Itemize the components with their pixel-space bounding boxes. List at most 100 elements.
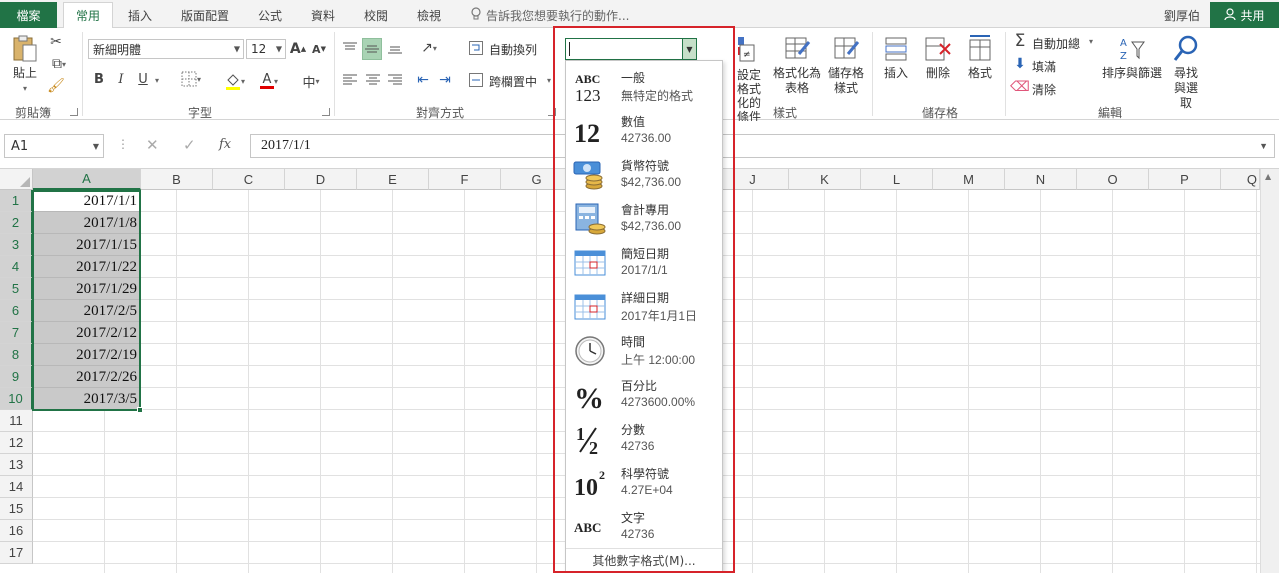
autosum-icon[interactable]: Σ <box>1012 31 1028 51</box>
sort-filter-button[interactable]: AZ 排序與篩選 <box>1100 34 1164 81</box>
wrap-text-icon[interactable] <box>468 38 484 58</box>
font-size-box[interactable]: 12 ▼ <box>246 39 286 59</box>
row-header-15[interactable]: 15 <box>0 498 33 520</box>
format-option-long-date[interactable]: 詳細日期 2017年1月1日 <box>566 284 722 328</box>
align-left-icon[interactable] <box>341 70 359 90</box>
cancel-x-icon[interactable]: ✕ <box>146 136 159 154</box>
cell-a2[interactable]: 2017/1/8 <box>33 212 140 234</box>
paste-button[interactable]: 貼上 ▾ <box>8 34 42 96</box>
row-header-10[interactable]: 10 <box>0 388 33 410</box>
cell-a1[interactable]: 2017/1/1 <box>33 190 140 212</box>
row-header-14[interactable]: 14 <box>0 476 33 498</box>
row-header-12[interactable]: 12 <box>0 432 33 454</box>
merge-center-button[interactable]: 跨欄置中 <box>489 73 537 90</box>
format-option-scientific[interactable]: 10 2 科學符號 4.27E+04 <box>566 460 722 504</box>
format-as-table-button[interactable]: 格式化為表格 <box>772 34 822 96</box>
fill-down-icon[interactable]: ⬇ <box>1012 55 1028 73</box>
font-color-icon[interactable]: A ▾ <box>254 70 284 92</box>
column-header-a[interactable]: A <box>33 169 141 190</box>
shrink-font-icon[interactable]: A ▼ <box>311 40 327 58</box>
tab-view[interactable]: 檢視 <box>408 2 450 28</box>
row-header-7[interactable]: 7 <box>0 322 33 344</box>
row-header-3[interactable]: 3 <box>0 234 33 256</box>
tab-home[interactable]: 常用 <box>63 2 113 29</box>
underline-button[interactable]: U <box>136 70 150 88</box>
column-header-o[interactable]: O <box>1077 169 1149 190</box>
insert-cells-button[interactable]: 插入 <box>878 34 914 81</box>
format-option-time[interactable]: 時間 上午 12:00:00 <box>566 328 722 372</box>
cell-a3[interactable]: 2017/1/15 <box>33 234 140 256</box>
merge-center-icon[interactable] <box>468 70 484 90</box>
fill-button[interactable]: 填滿 <box>1032 58 1056 75</box>
row-header-13[interactable]: 13 <box>0 454 33 476</box>
column-header-f[interactable]: F <box>429 169 501 190</box>
format-option-number[interactable]: 12 數值 42736.00 <box>566 108 722 152</box>
align-center-icon[interactable] <box>364 70 382 90</box>
row-header-5[interactable]: 5 <box>0 278 33 300</box>
tab-review[interactable]: 校閱 <box>355 2 397 28</box>
number-format-combo[interactable]: ▼ <box>565 38 697 60</box>
tab-data[interactable]: 資料 <box>302 2 344 28</box>
column-header-e[interactable]: E <box>357 169 429 190</box>
chevron-down-icon[interactable]: ▾ <box>1086 34 1096 48</box>
format-option-fraction[interactable]: 12 分數 42736 <box>566 416 722 460</box>
cell-a6[interactable]: 2017/2/5 <box>33 300 140 322</box>
format-option-currency[interactable]: 貨幣符號 $42,736.00 <box>566 152 722 196</box>
cut-scissors-icon[interactable]: ✂ <box>46 32 66 52</box>
insert-function-icon[interactable]: fx <box>219 137 231 152</box>
select-all-corner[interactable] <box>0 169 33 190</box>
column-header-d[interactable]: D <box>285 169 357 190</box>
clipboard-launcher-icon[interactable] <box>70 108 78 116</box>
tell-me-box[interactable]: 告訴我您想要執行的動作... <box>470 2 629 28</box>
borders-icon[interactable]: ▾ <box>176 70 206 88</box>
tab-formulas[interactable]: 公式 <box>249 2 291 28</box>
column-header-q[interactable]: Q <box>1221 169 1260 190</box>
format-option-short-date[interactable]: 簡短日期 2017/1/1 <box>566 240 722 284</box>
column-header-j[interactable]: J <box>717 169 789 190</box>
formula-bar-splitter[interactable]: ⋮ <box>117 137 129 151</box>
conditional-format-icon[interactable]: ≠ <box>737 34 757 64</box>
vertical-scrollbar[interactable]: ▲ <box>1260 169 1279 573</box>
chevron-down-icon[interactable]: ▼ <box>682 39 696 59</box>
fill-handle[interactable] <box>137 407 143 413</box>
autosum-button[interactable]: 自動加總 <box>1032 35 1080 52</box>
share-button[interactable]: 共用 <box>1210 2 1279 28</box>
delete-cells-button[interactable]: 刪除 <box>920 34 956 81</box>
column-header-m[interactable]: M <box>933 169 1005 190</box>
column-header-b[interactable]: B <box>141 169 213 190</box>
font-name-box[interactable]: 新細明體 ▼ <box>88 39 244 59</box>
row-header-4[interactable]: 4 <box>0 256 33 278</box>
column-header-p[interactable]: P <box>1149 169 1221 190</box>
align-right-icon[interactable] <box>386 70 404 90</box>
font-launcher-icon[interactable] <box>322 108 330 116</box>
alignment-launcher-icon[interactable] <box>548 108 556 116</box>
cell-a7[interactable]: 2017/2/12 <box>33 322 140 344</box>
column-header-l[interactable]: L <box>861 169 933 190</box>
italic-button[interactable]: I <box>114 70 128 88</box>
format-option-accounting[interactable]: 會計專用 $42,736.00 <box>566 196 722 240</box>
user-name[interactable]: 劉厚伯 <box>1164 2 1200 28</box>
clear-button[interactable]: 清除 <box>1032 81 1056 98</box>
format-cells-button[interactable]: 格式 <box>962 34 998 81</box>
align-top-icon[interactable] <box>341 38 359 58</box>
formula-input[interactable]: 2017/1/1 ▼ <box>250 134 1275 158</box>
find-select-button[interactable]: 尋找與選取 <box>1166 34 1206 111</box>
orientation-icon[interactable]: ↗ ▾ <box>414 38 444 58</box>
chevron-down-icon[interactable]: ▾ <box>544 70 554 90</box>
cell-a5[interactable]: 2017/1/29 <box>33 278 140 300</box>
row-header-6[interactable]: 6 <box>0 300 33 322</box>
column-header-c[interactable]: C <box>213 169 285 190</box>
chevron-down-icon[interactable]: ▾ <box>152 74 162 86</box>
row-header-1[interactable]: 1 <box>0 190 33 212</box>
phonetic-guide-icon[interactable]: 中 ▾ <box>296 70 326 92</box>
cell-a10[interactable]: 2017/3/5 <box>33 388 140 410</box>
row-header-16[interactable]: 16 <box>0 520 33 542</box>
row-header-2[interactable]: 2 <box>0 212 33 234</box>
column-header-g[interactable]: G <box>501 169 573 190</box>
cell-a8[interactable]: 2017/2/19 <box>33 344 140 366</box>
column-header-k[interactable]: K <box>789 169 861 190</box>
grow-font-icon[interactable]: A ▲ <box>290 40 306 58</box>
align-bottom-icon[interactable] <box>386 38 404 58</box>
decrease-indent-icon[interactable]: ⇤ <box>414 70 432 90</box>
bold-button[interactable]: B <box>92 70 106 88</box>
